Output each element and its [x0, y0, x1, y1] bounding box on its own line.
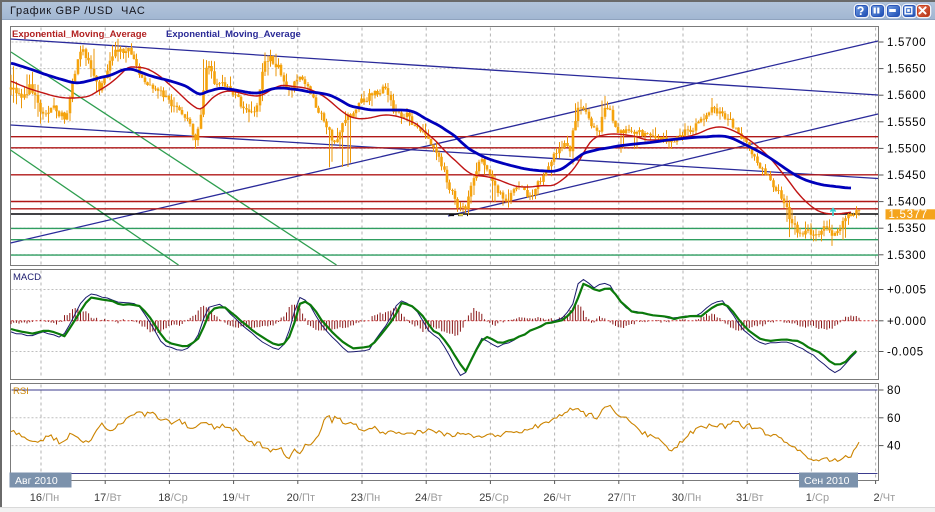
svg-text:23: 23: [351, 492, 363, 504]
svg-text:+0.000: +0.000: [887, 316, 927, 328]
svg-text:/Чт: /Чт: [235, 492, 250, 504]
svg-text:31: 31: [736, 492, 748, 504]
svg-text:/Чт: /Чт: [556, 492, 571, 504]
svg-text:Exponential_Moving_Average: Exponential_Moving_Average: [166, 29, 301, 40]
svg-text:RSI: RSI: [13, 386, 29, 397]
svg-text:60: 60: [887, 413, 901, 425]
svg-text:19: 19: [222, 492, 234, 504]
svg-text:1.5350: 1.5350: [887, 223, 926, 235]
svg-text:16: 16: [30, 492, 42, 504]
svg-text:/Пт: /Пт: [299, 492, 315, 504]
svg-text:1.5700: 1.5700: [887, 37, 926, 49]
svg-text:1.5500: 1.5500: [887, 143, 926, 155]
svg-text:1.5650: 1.5650: [887, 64, 926, 76]
svg-text:/Пн: /Пн: [363, 492, 380, 504]
svg-text:/Пт: /Пт: [620, 492, 636, 504]
svg-text:1.5300: 1.5300: [887, 250, 926, 262]
svg-text:-0.005: -0.005: [887, 347, 924, 359]
svg-text:/Вт: /Вт: [427, 492, 442, 504]
svg-text:/Ср: /Ср: [171, 492, 188, 504]
svg-text:Сен 2010: Сен 2010: [804, 475, 850, 487]
svg-text:26: 26: [543, 492, 555, 504]
svg-text:MACD: MACD: [13, 272, 41, 283]
svg-text:/Ср: /Ср: [812, 492, 829, 504]
svg-text:18: 18: [158, 492, 170, 504]
svg-text:40: 40: [887, 441, 901, 453]
svg-text:/Вт: /Вт: [748, 492, 763, 504]
svg-text:1.5400: 1.5400: [887, 197, 926, 209]
svg-text:Exponential_Moving_Average: Exponential_Moving_Average: [12, 29, 147, 40]
svg-text:1.5450: 1.5450: [887, 170, 926, 182]
svg-text:/Ср: /Ср: [492, 492, 509, 504]
svg-text:+0.005: +0.005: [887, 285, 927, 297]
svg-text:27: 27: [608, 492, 620, 504]
svg-text:24: 24: [415, 492, 427, 504]
svg-text:1.5600: 1.5600: [887, 90, 926, 102]
svg-text:20: 20: [287, 492, 299, 504]
svg-text:Авг 2010: Авг 2010: [15, 475, 58, 487]
svg-text:80: 80: [887, 385, 901, 397]
svg-text:1: 1: [806, 492, 812, 504]
svg-text:/Пн: /Пн: [42, 492, 59, 504]
svg-text:1.5377: 1.5377: [889, 209, 928, 221]
svg-text:1.5550: 1.5550: [887, 117, 926, 129]
svg-text:/Чт: /Чт: [880, 492, 895, 504]
svg-text:/Пн: /Пн: [684, 492, 701, 504]
svg-text:/Вт: /Вт: [106, 492, 121, 504]
svg-text:25: 25: [479, 492, 491, 504]
svg-text:30: 30: [672, 492, 684, 504]
svg-text:17: 17: [94, 492, 106, 504]
